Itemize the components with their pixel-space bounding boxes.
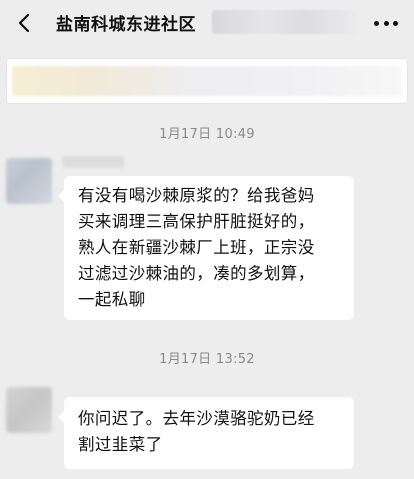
redacted-notice-content: [12, 66, 402, 96]
message-line: 割过韭菜了: [78, 435, 163, 454]
chat-title: 盐南科城东进社区: [56, 15, 196, 35]
chevron-left-icon: [18, 13, 30, 33]
back-button[interactable]: [14, 12, 34, 34]
avatar[interactable]: [6, 387, 52, 433]
message-line: 买来调理三高保护肝脏挺好的，: [78, 212, 315, 231]
message-bubble[interactable]: 有没有喝沙棘原浆的？给我爸妈 买来调理三高保护肝脏挺好的， 熟人在新疆沙棘厂上班…: [58, 176, 354, 320]
more-dots-icon: [393, 20, 398, 26]
more-button[interactable]: [374, 14, 398, 32]
message-line: 有没有喝沙棘原浆的？给我爸妈: [78, 186, 315, 205]
redacted-sender-name: [62, 156, 124, 168]
message-timestamp: 1月17日 13:52: [159, 352, 255, 367]
message-line: 你问迟了。去年沙漠骆驼奶已经: [78, 409, 315, 428]
message-line: 熟人在新疆沙棘厂上班，正宗没: [78, 238, 315, 257]
pinned-notice-bar[interactable]: [6, 58, 408, 104]
message-line: 一起私聊: [78, 290, 146, 309]
redacted-title-suffix: [212, 10, 358, 34]
more-dots-icon: [383, 20, 389, 26]
message-bubble[interactable]: 你问迟了。去年沙漠骆驼奶已经 割过韭菜了: [58, 397, 354, 469]
more-dots-icon: [374, 20, 379, 26]
chat-header: 盐南科城东进社区: [0, 0, 414, 48]
message-timestamp: 1月17日 10:49: [159, 127, 255, 142]
avatar[interactable]: [6, 158, 52, 204]
message-line: 过滤过沙棘油的，凑的多划算，: [78, 264, 315, 283]
